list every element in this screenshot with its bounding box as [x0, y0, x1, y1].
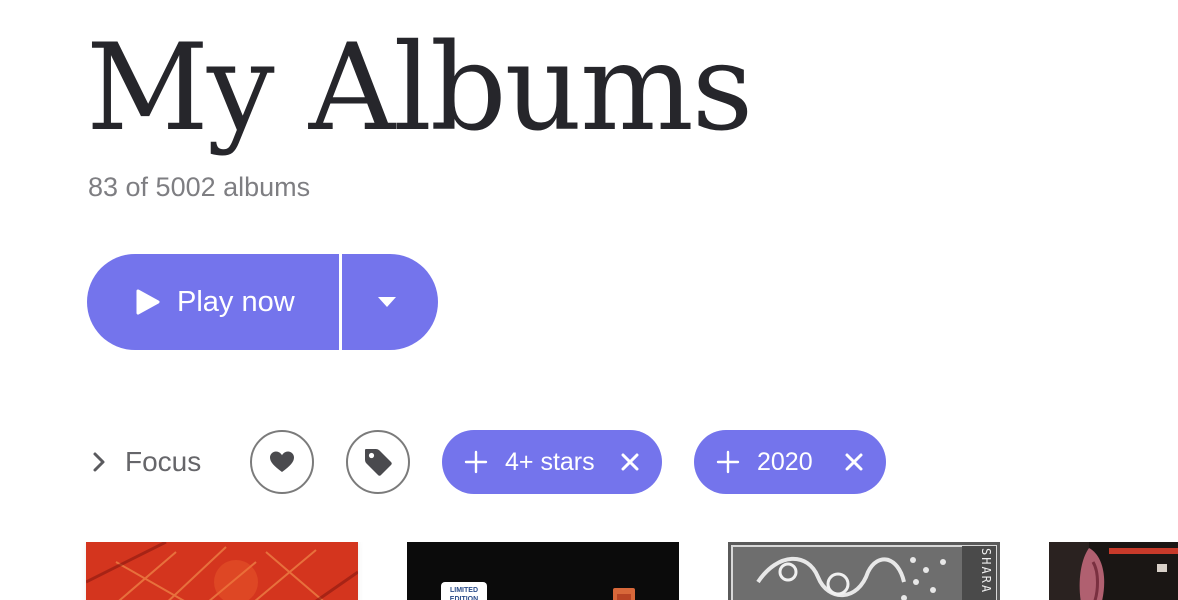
album-cover[interactable]: [86, 542, 358, 600]
chip-label: 2020: [757, 447, 813, 476]
album-cover[interactable]: SHARA: [728, 542, 1000, 600]
focus-label: Focus: [125, 446, 202, 477]
play-icon: [133, 288, 161, 316]
filter-chip-stars[interactable]: 4+ stars: [442, 430, 662, 494]
album-cover-text: SHARA: [979, 548, 993, 595]
focus-toggle[interactable]: Focus: [88, 430, 201, 494]
chevron-right-icon: [88, 451, 110, 473]
play-now-label: Play now: [177, 285, 295, 318]
tag-icon: [362, 446, 394, 478]
play-now-button[interactable]: Play now: [87, 254, 339, 350]
close-icon[interactable]: [844, 452, 864, 472]
chip-label: 4+ stars: [505, 447, 595, 476]
play-split-button: Play now: [87, 254, 438, 350]
filter-chip-year[interactable]: 2020: [694, 430, 886, 494]
tag-filter-button[interactable]: [346, 430, 410, 494]
caret-down-icon: [377, 296, 397, 308]
plus-icon: [716, 450, 740, 474]
play-options-button[interactable]: [342, 254, 438, 350]
plus-icon: [464, 450, 488, 474]
album-cover[interactable]: LIMITED EDITION: [407, 542, 679, 600]
filter-bar: Focus 4+ stars 2020: [88, 430, 1178, 494]
album-count: 83 of 5002 albums: [88, 172, 311, 202]
album-grid: LIMITED EDITION SHARA: [0, 542, 1178, 600]
limited-edition-badge: LIMITED EDITION: [441, 582, 487, 600]
heart-icon: [269, 450, 295, 474]
page-title: My Albums: [86, 19, 753, 158]
album-cover[interactable]: [1049, 542, 1178, 600]
close-icon[interactable]: [620, 452, 640, 472]
favorite-filter-button[interactable]: [250, 430, 314, 494]
